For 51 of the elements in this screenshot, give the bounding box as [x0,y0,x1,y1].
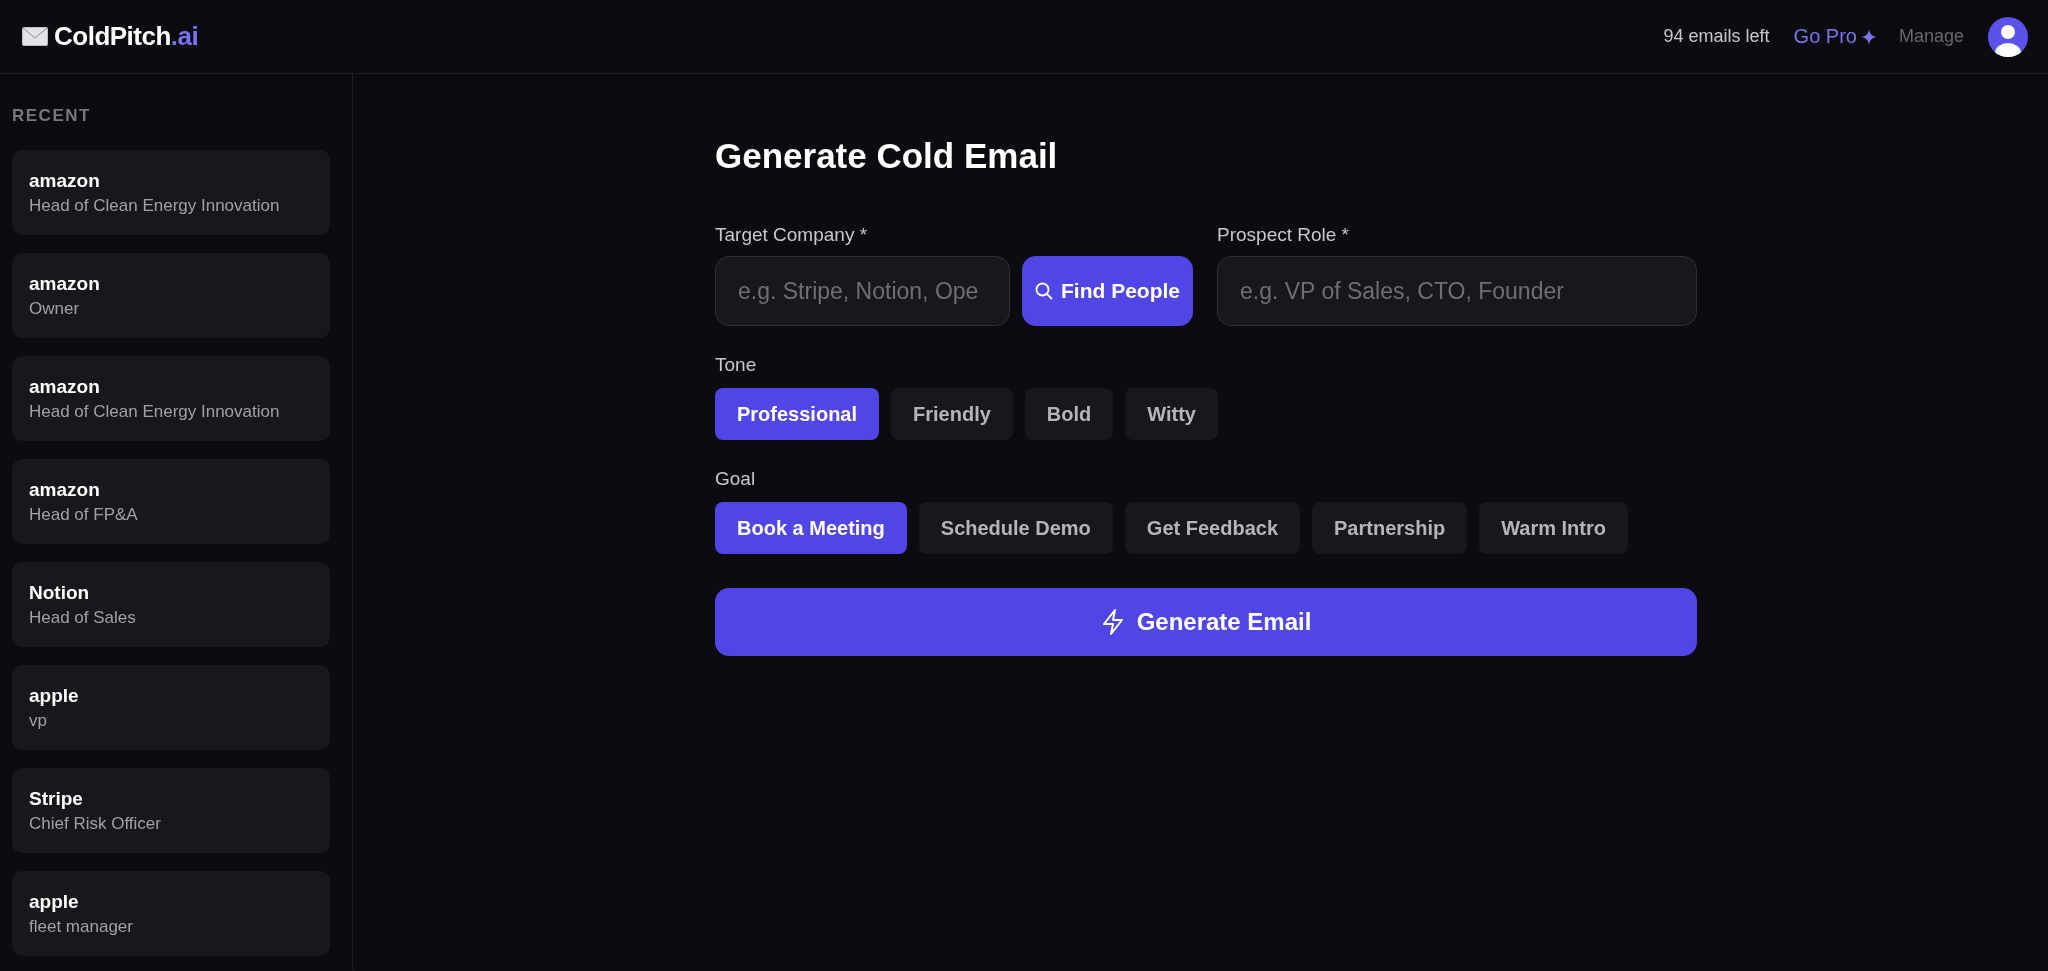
recent-item[interactable]: apple fleet manager [12,871,330,956]
company-name: amazon [29,272,101,295]
emails-left-counter: 94 emails left [1663,26,1770,47]
company-name: Notion [29,581,91,604]
recent-item[interactable]: amazon Head of Clean Energy Innovation [12,356,330,441]
envelope-icon [22,27,48,46]
goal-option[interactable]: Book a Meeting [715,502,907,554]
company-name: amazon [29,478,101,501]
app-logo[interactable]: ColdPitch.ai [54,21,199,52]
prospect-role: Chief Risk Officer [29,813,162,834]
recent-item[interactable]: apple vp [12,665,330,750]
prospect-role: Head of FP&A [29,504,139,525]
prospect-role: Head of Clean Energy Innovation [29,401,281,422]
prospect-role: Head of Clean Energy Innovation [29,195,281,216]
tone-option[interactable]: Friendly [891,388,1013,440]
find-people-button[interactable]: Find People [1022,256,1193,326]
goal-label: Goal [715,468,757,490]
field-label: Target Company * [715,224,869,246]
field-label: Prospect Role * [1217,224,1350,246]
tone-option[interactable]: Bold [1024,388,1114,440]
recent-item[interactable]: amazon Owner [12,253,330,338]
company-name: amazon [29,169,101,192]
goal-option[interactable]: Get Feedback [1124,502,1300,554]
prospect-role: Head of Sales [29,607,137,628]
prospect-role: vp [29,710,48,731]
sparkle-icon [1860,28,1877,45]
go-pro-link[interactable]: Go Pro [1793,25,1877,48]
tone-option[interactable]: Professional [715,388,880,440]
role-input[interactable]: e.g. VP of Sales, CTO, Founder [1217,256,1697,326]
company-input[interactable]: e.g. Stripe, Notion, Ope [715,256,1010,326]
recent-item[interactable]: amazon Head of Clean Energy Innovation [12,150,330,235]
search-icon [1035,282,1053,300]
avatar-icon[interactable] [1988,16,2028,57]
company-name: apple [29,890,80,913]
lightning-icon [1100,609,1125,635]
generate-email-button[interactable]: Generate Email [715,588,1697,656]
company-name: amazon [29,375,101,398]
goal-option[interactable]: Warm Intro [1479,502,1628,554]
prospect-role: fleet manager [29,916,134,937]
goal-option[interactable]: Schedule Demo [918,502,1113,554]
recent-heading: RECENT [12,106,92,126]
tone-option[interactable]: Witty [1125,388,1218,440]
company-name: apple [29,684,80,707]
goal-option[interactable]: Partnership [1312,502,1468,554]
recent-item[interactable]: amazon Head of FP&A [12,459,330,544]
tone-label: Tone [715,354,758,376]
company-name: Stripe [29,787,84,810]
page-title: Generate Cold Email [715,136,1059,176]
recent-item[interactable]: Stripe Chief Risk Officer [12,768,330,853]
prospect-role: Owner [29,298,81,319]
recent-item[interactable]: Notion Head of Sales [12,562,330,647]
